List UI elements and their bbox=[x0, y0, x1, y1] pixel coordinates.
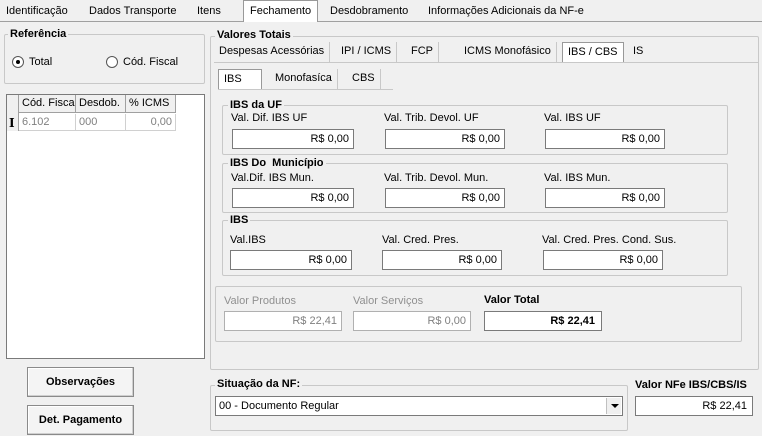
tab-divider bbox=[214, 62, 758, 63]
val-ibs-label: Val.IBS bbox=[230, 234, 266, 246]
radio-selected-icon bbox=[12, 56, 24, 68]
ibs-uf-title: IBS da UF bbox=[228, 99, 284, 111]
situacao-value: 00 - Documento Regular bbox=[219, 400, 339, 412]
val-trib-devol-mun-field[interactable]: R$ 0,00 bbox=[385, 188, 505, 208]
observacoes-button[interactable]: Observações bbox=[27, 367, 134, 397]
column-header-cod-fiscal[interactable]: Cód. Fiscal bbox=[19, 95, 76, 113]
subtab-monofasica[interactable]: Monofasíca bbox=[270, 69, 338, 89]
grid-cell-icms[interactable]: 0,00 bbox=[126, 114, 176, 131]
val-dif-ibs-uf-field[interactable]: R$ 0,00 bbox=[232, 129, 354, 149]
val-dif-ibs-mun-field[interactable]: R$ 0,00 bbox=[232, 188, 354, 208]
cfop-grid[interactable]: Cód. Fiscal Desdob. % ICMS I 6.102 000 0… bbox=[6, 94, 205, 359]
tab-is[interactable]: IS bbox=[628, 42, 648, 62]
referencia-title: Referência bbox=[8, 28, 69, 40]
tab-fechamento[interactable]: Fechamento bbox=[243, 0, 319, 22]
ibs-title: IBS bbox=[228, 214, 251, 226]
situacao-select[interactable]: 00 - Documento Regular bbox=[215, 396, 623, 416]
tab-informacoes-adicionais[interactable]: Informações Adicionais da NF-e bbox=[422, 2, 590, 22]
val-cred-pres-cond-sus-field[interactable]: R$ 0,00 bbox=[543, 250, 663, 270]
subtab-ibs[interactable]: IBS bbox=[218, 69, 262, 89]
val-trib-devol-uf-field[interactable]: R$ 0,00 bbox=[385, 129, 505, 149]
tab-desdobramento[interactable]: Desdobramento bbox=[324, 2, 414, 22]
tab-despesas-acessorias[interactable]: Despesas Acessórias bbox=[214, 42, 331, 62]
val-cred-pres-cond-sus-label: Val. Cred. Pres. Cond. Sus. bbox=[542, 234, 677, 246]
valor-produtos-label: Valor Produtos bbox=[224, 295, 296, 307]
val-cred-pres-label: Val. Cred. Pres. bbox=[382, 234, 459, 246]
text-cursor-icon: I bbox=[9, 116, 15, 130]
tab-itens[interactable]: Itens bbox=[191, 2, 227, 22]
tab-identificacao[interactable]: Identificação bbox=[0, 2, 74, 22]
chevron-down-icon[interactable] bbox=[606, 398, 621, 414]
tab-dados-transporte[interactable]: Dados Transporte bbox=[83, 2, 182, 22]
valor-produtos-field: R$ 22,41 bbox=[224, 311, 342, 331]
val-ibs-uf-field[interactable]: R$ 0,00 bbox=[545, 129, 665, 149]
valor-nfe-label: Valor NFe IBS/CBS/IS bbox=[635, 379, 747, 391]
valor-nfe-field: R$ 22,41 bbox=[635, 396, 753, 416]
valor-servicos-label: Valor Serviços bbox=[353, 295, 424, 307]
column-header-icms[interactable]: % ICMS bbox=[126, 95, 176, 113]
tab-ibs-cbs[interactable]: IBS / CBS bbox=[562, 42, 624, 62]
grid-cell-desdob[interactable]: 000 bbox=[76, 114, 126, 131]
radio-total-label: Total bbox=[29, 56, 53, 68]
subtab-cbs[interactable]: CBS bbox=[347, 69, 381, 89]
val-ibs-mun-field[interactable]: R$ 0,00 bbox=[545, 188, 665, 208]
val-cred-pres-field[interactable]: R$ 0,00 bbox=[382, 250, 502, 270]
radio-unselected-icon bbox=[106, 56, 118, 68]
radio-cod-fiscal[interactable]: Cód. Fiscal bbox=[106, 56, 178, 68]
val-ibs-mun-label: Val. IBS Mun. bbox=[544, 172, 611, 184]
val-ibs-uf-label: Val. IBS UF bbox=[544, 112, 601, 124]
tab-icms-monofasico[interactable]: ICMS Monofásico bbox=[459, 42, 557, 62]
grid-cell-cod-fiscal[interactable]: 6.102 bbox=[19, 114, 76, 131]
valor-servicos-field: R$ 0,00 bbox=[353, 311, 471, 331]
valores-totais-title: Valores Totais bbox=[215, 29, 293, 41]
subtab-divider bbox=[218, 89, 393, 90]
tab-fcp[interactable]: FCP bbox=[406, 42, 439, 62]
val-dif-ibs-uf-label: Val. Dif. IBS UF bbox=[231, 112, 308, 124]
det-pagamento-button[interactable]: Det. Pagamento bbox=[27, 405, 134, 435]
column-header-desdob[interactable]: Desdob. bbox=[76, 95, 126, 113]
radio-total[interactable]: Total bbox=[12, 56, 52, 68]
val-trib-devol-mun-label: Val. Trib. Devol. Mun. bbox=[384, 172, 489, 184]
valor-total-field: R$ 22,41 bbox=[484, 311, 602, 331]
radio-cod-fiscal-label: Cód. Fiscal bbox=[123, 56, 179, 68]
val-dif-ibs-mun-label: Val.Dif. IBS Mun. bbox=[231, 172, 314, 184]
tab-ipi-icms[interactable]: IPI / ICMS bbox=[336, 42, 398, 62]
valor-total-label: Valor Total bbox=[484, 294, 540, 306]
situacao-label: Situação da NF: bbox=[215, 378, 303, 390]
val-ibs-field[interactable]: R$ 0,00 bbox=[230, 250, 352, 270]
ibs-mun-title: IBS Do Município bbox=[228, 157, 326, 169]
main-tab-bar: Identificação Dados Transporte Itens Fec… bbox=[0, 0, 762, 22]
val-trib-devol-uf-label: Val. Trib. Devol. UF bbox=[384, 112, 479, 124]
